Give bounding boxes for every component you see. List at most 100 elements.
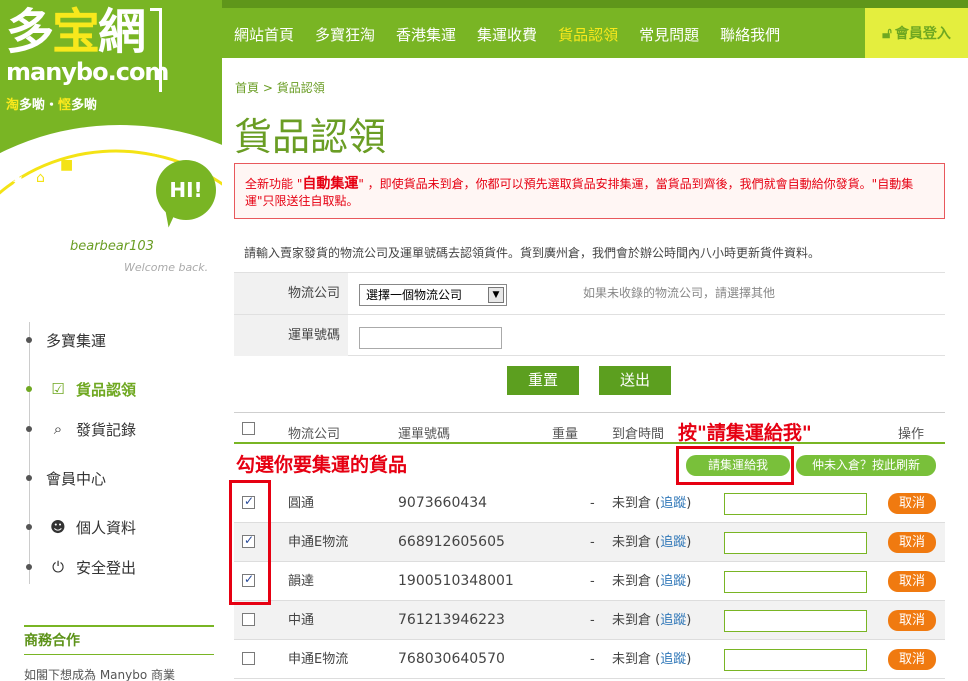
main-nav: 網站首頁 多寶狂淘 香港集運 集運收費 貨品認領 常見問題 聯絡我們 <box>234 22 801 48</box>
row-checkbox[interactable] <box>242 652 255 665</box>
cancel-button[interactable]: 取消 <box>888 649 936 670</box>
row-note-input[interactable] <box>724 649 867 671</box>
row-weight: - <box>590 652 595 667</box>
business-cooperation-title: 商務合作 <box>24 625 214 655</box>
row-status: 未到倉 (追蹤) <box>612 496 692 511</box>
sidebar-item-logout[interactable]: ⏻ 安全登出 <box>22 555 136 579</box>
table-row: 申通E物流 768030640570 - 未到倉 (追蹤) 取消 <box>234 640 945 679</box>
logo-tag-d: 多喲 <box>71 98 98 113</box>
row-status-text: 未到倉 <box>612 652 652 667</box>
member-login-button[interactable]: 🔓︎ 會員登入 <box>865 8 968 58</box>
nav-shipping-fees[interactable]: 集運收費 <box>477 22 558 48</box>
breadcrumb-home[interactable]: 首頁 <box>235 81 259 95</box>
logo-tag-c: 悭 <box>58 98 72 113</box>
nav-faq[interactable]: 常見問題 <box>639 22 720 48</box>
row-note-input[interactable] <box>724 610 867 632</box>
checkbox-highlight-box <box>229 480 271 605</box>
member-login-label: 會員登入 <box>894 26 951 42</box>
cancel-button[interactable]: 取消 <box>888 610 936 631</box>
cancel-button[interactable]: 取消 <box>888 493 936 514</box>
row-note-input[interactable] <box>724 532 867 554</box>
sidebar-item-claim-goods[interactable]: ☑ 貨品認領 <box>22 377 136 401</box>
track-link[interactable]: 追蹤 <box>660 652 686 667</box>
notice-text-start: 全新功能 " <box>245 177 303 191</box>
logo-char-right: 網 <box>98 4 146 60</box>
refresh-button[interactable]: 仲未入倉？按此刷新 <box>796 455 936 476</box>
ship-button-highlight-box <box>676 446 794 485</box>
row-weight: - <box>590 496 595 511</box>
header-arrival: 到倉時間 <box>612 427 665 442</box>
cancel-button[interactable]: 取消 <box>888 532 936 553</box>
track-link[interactable]: 追蹤 <box>660 574 686 589</box>
logo-tag-b: 多喲・ <box>19 98 59 113</box>
checkbox-icon: ☑ <box>51 380 65 398</box>
row-status: 未到倉 (追蹤) <box>612 613 692 628</box>
nav-shopping[interactable]: 多寶狂淘 <box>315 22 396 48</box>
top-strip <box>222 0 968 8</box>
submit-button[interactable]: 送出 <box>599 366 671 395</box>
sidebar-item-shipping-records[interactable]: ⌕ 發貨記錄 <box>22 417 136 441</box>
table-row: 中通 761213946223 - 未到倉 (追蹤) 取消 <box>234 601 945 640</box>
logo-char-mid: 宝 <box>52 4 100 60</box>
row-status-text: 未到倉 <box>612 613 652 628</box>
user-icon: ☻ <box>50 518 66 536</box>
row-status-text: 未到倉 <box>612 496 652 511</box>
row-note-input[interactable] <box>724 493 867 515</box>
sidebar-group-member[interactable]: 會員中心 <box>22 466 106 490</box>
row-tracking: 761213946223 <box>398 612 505 628</box>
cancel-button[interactable]: 取消 <box>888 571 936 592</box>
track-link[interactable]: 追蹤 <box>660 535 686 550</box>
select-all-checkbox[interactable] <box>242 422 255 435</box>
sidebar-group-shipping[interactable]: 多寶集運 <box>22 328 106 352</box>
header-weight: 重量 <box>552 427 579 442</box>
sun-icon: ✹ <box>12 172 26 191</box>
breadcrumb: 首頁 > 貨品認領 <box>235 79 325 96</box>
row-status: 未到倉 (追蹤) <box>612 535 692 550</box>
nav-hk-shipping[interactable]: 香港集運 <box>396 22 477 48</box>
logo-tag-a: 淘 <box>6 98 20 113</box>
reset-button[interactable]: 重置 <box>507 366 579 395</box>
logo-char-left: 多 <box>6 4 54 60</box>
nav-claim-goods[interactable]: 貨品認領 <box>558 22 639 48</box>
track-link[interactable]: 追蹤 <box>660 613 686 628</box>
sidebar-item-label: 會員中心 <box>46 469 107 488</box>
row-tracking: 768030640570 <box>398 651 505 667</box>
sidebar-item-profile[interactable]: ☻ 個人資料 <box>22 515 136 539</box>
sidebar-item-label: 貨品認領 <box>76 380 137 399</box>
tracking-number-input[interactable] <box>359 327 502 349</box>
row-tracking: 1900510348001 <box>398 573 514 589</box>
row-courier: 申通E物流 <box>288 535 349 550</box>
header-tracking: 運單號碼 <box>398 427 451 442</box>
breadcrumb-current[interactable]: 貨品認領 <box>277 81 325 95</box>
nav-home[interactable]: 網站首頁 <box>234 22 315 48</box>
dropdown-arrow-icon: ▼ <box>488 287 504 303</box>
courier-row: 物流公司 選擇一個物流公司 ▼ 如果未收錄的物流公司，請選擇其他 <box>234 272 945 314</box>
logo-tagline: 淘多喲・悭多喲 <box>6 94 97 113</box>
track-link[interactable]: 追蹤 <box>660 496 686 511</box>
row-status-text: 未到倉 <box>612 535 652 550</box>
logo-domain: manybo.com <box>6 58 169 86</box>
row-courier: 韻達 <box>288 574 315 589</box>
site-logo[interactable]: 多宝網 <box>6 4 146 60</box>
sidebar-item-label: 多寶集運 <box>46 331 107 350</box>
power-icon: ⏻ <box>52 558 64 576</box>
lock-icon: 🔓︎ <box>882 24 892 42</box>
annotation-click-ship: 按"請集運給我" <box>678 422 812 444</box>
truck-icon: ■ <box>60 157 74 173</box>
courier-label: 物流公司 <box>234 273 348 314</box>
row-status: 未到倉 (追蹤) <box>612 652 692 667</box>
intro-text: 請輸入賣家發貨的物流公司及運單號碼去認領貨件。貨到廣州倉，我們會於辦公時間內八小… <box>244 246 821 260</box>
username: bearbear103 <box>70 239 154 254</box>
nav-contact[interactable]: 聯絡我們 <box>720 22 801 48</box>
bullet-icon <box>26 386 32 392</box>
row-note-input[interactable] <box>724 571 867 593</box>
tracking-label: 運單號碼 <box>234 315 348 356</box>
row-courier: 中通 <box>288 613 315 628</box>
notice-highlight: 自動集運 <box>302 176 359 192</box>
row-courier: 圓通 <box>288 496 315 511</box>
row-checkbox[interactable] <box>242 613 255 626</box>
house-icon: ⌂ <box>36 170 45 186</box>
hi-speech-bubble: HI! <box>156 160 216 220</box>
header-actions: 操作 <box>898 427 925 442</box>
courier-select[interactable]: 選擇一個物流公司 ▼ <box>359 284 507 306</box>
